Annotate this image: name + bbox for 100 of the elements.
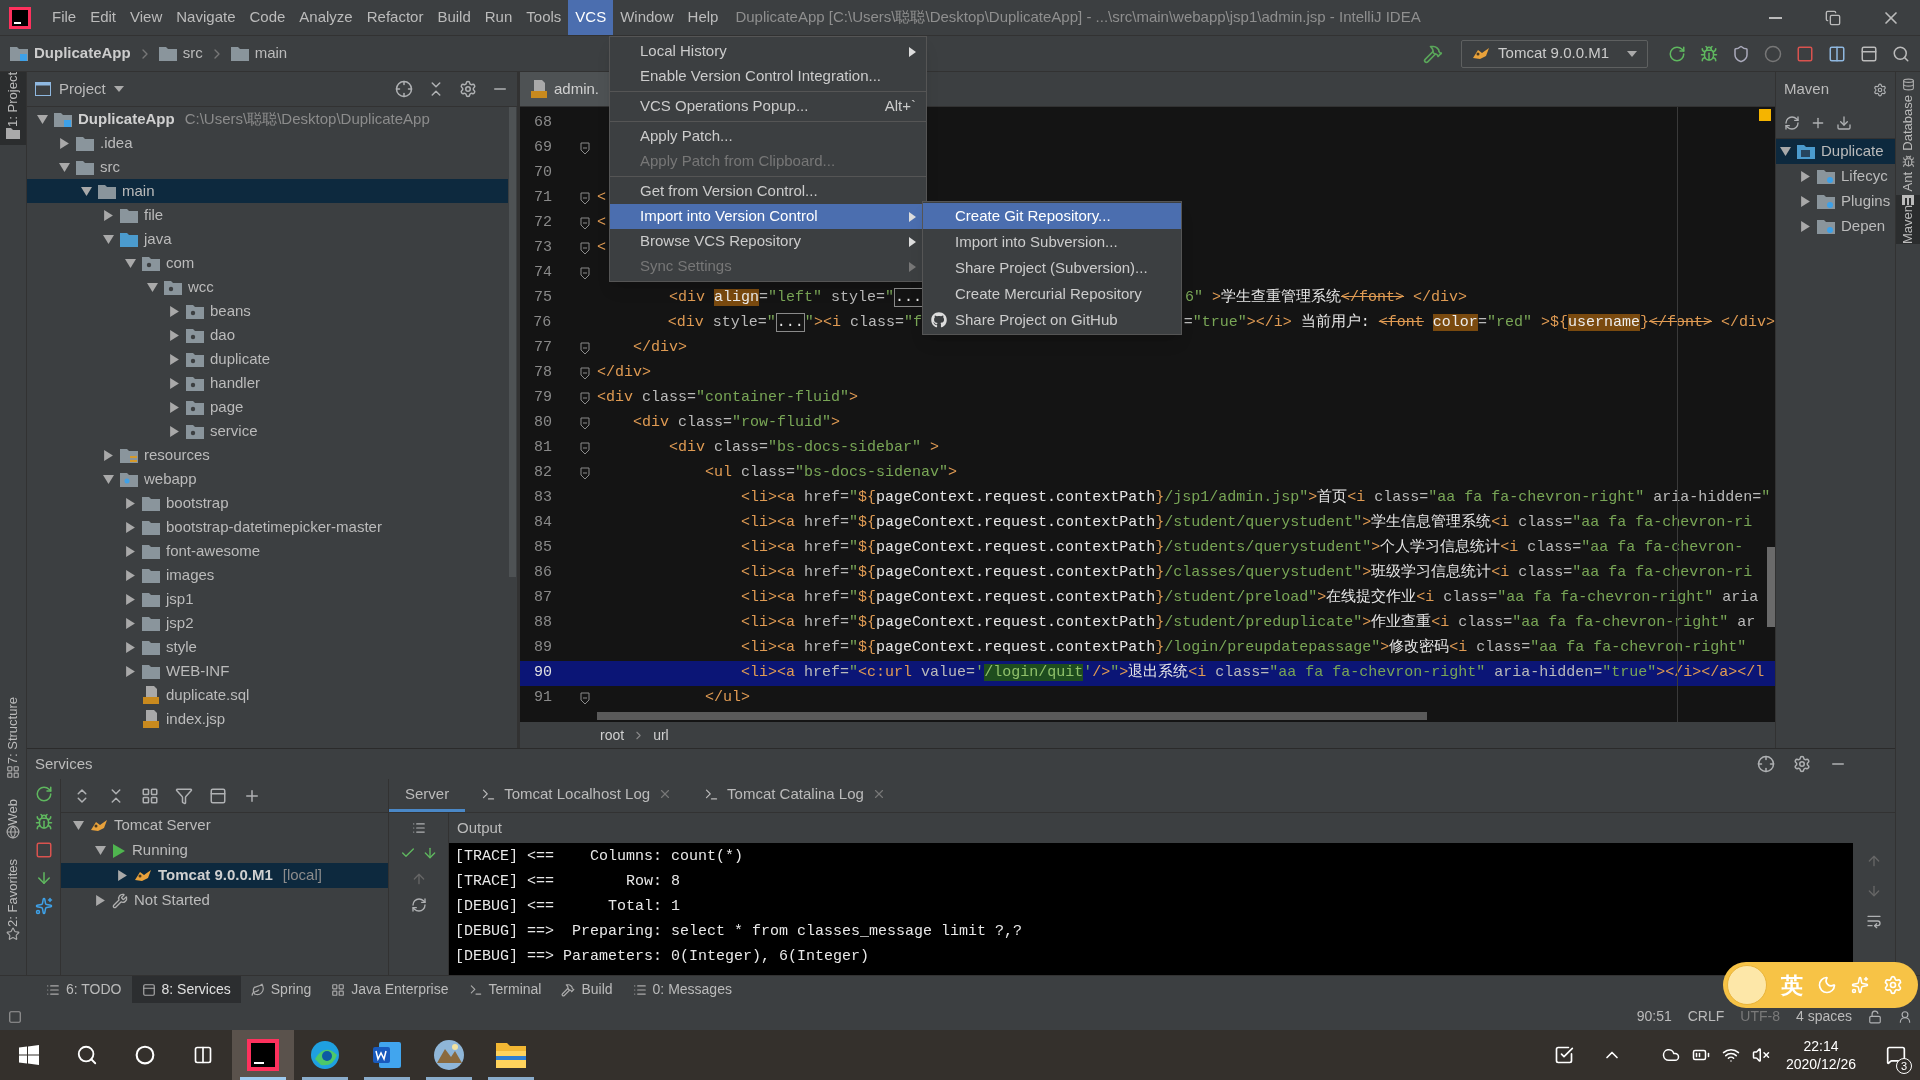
fold-marker-icon[interactable] <box>579 142 590 155</box>
fold-marker-icon[interactable] <box>579 342 590 355</box>
breadcrumb[interactable]: main <box>254 42 288 65</box>
tree-item[interactable]: Duplicate <box>1776 139 1895 164</box>
expand-arrow-icon[interactable] <box>169 353 180 365</box>
scrollbar-thumb[interactable] <box>597 712 1427 720</box>
fold-marker-icon[interactable] <box>579 267 590 280</box>
expand-arrow-icon[interactable] <box>95 895 106 906</box>
locate-icon[interactable] <box>1757 755 1775 773</box>
tree-item[interactable]: Tomcat Server <box>61 813 388 838</box>
notification-button[interactable]: 3 <box>1872 1030 1920 1080</box>
collapse-arrow-icon[interactable] <box>95 845 106 856</box>
view-selector[interactable]: Project <box>59 77 124 101</box>
menu-item[interactable]: Window <box>613 0 681 35</box>
tree-item[interactable]: jsp2 <box>27 611 508 635</box>
menu-item[interactable]: Navigate <box>169 0 243 35</box>
fold-marker-icon[interactable] <box>579 367 590 380</box>
tool-window-button[interactable]: Terminal <box>458 976 552 1003</box>
menu-item[interactable]: Edit <box>83 0 124 35</box>
menu-item[interactable]: Enable Version Control Integration... <box>610 64 926 89</box>
expand-arrow-icon[interactable] <box>1800 171 1811 182</box>
fold-marker-icon[interactable] <box>579 217 590 230</box>
list-icon[interactable] <box>411 821 426 835</box>
expand-arrow-icon[interactable] <box>169 377 180 389</box>
tree-item[interactable]: wcc <box>27 275 508 299</box>
tool-window-tab[interactable]: Web <box>0 798 31 826</box>
expand-arrow-icon[interactable] <box>59 137 70 149</box>
globe-icon[interactable] <box>6 825 20 840</box>
tree-item[interactable]: handler <box>27 371 508 395</box>
expand-arrow-icon[interactable] <box>125 593 136 605</box>
tree-item[interactable]: service <box>27 419 508 443</box>
menu-item[interactable]: VCS Operations Popup... Alt+` <box>610 94 926 119</box>
mute-icon[interactable] <box>1751 1046 1770 1064</box>
taskbar-app[interactable] <box>232 1030 294 1080</box>
expand-arrow-icon[interactable] <box>125 521 136 533</box>
tab[interactable]: Tomcat Catalina Log <box>688 779 902 812</box>
collapse-arrow-icon[interactable] <box>103 233 114 245</box>
menu-item[interactable]: Help <box>680 0 726 35</box>
fold-marker-icon[interactable] <box>579 417 590 430</box>
layout-toggle-icon[interactable] <box>8 1009 22 1024</box>
stop-icon[interactable] <box>1796 44 1814 63</box>
expand-arrow-icon[interactable] <box>125 617 136 629</box>
tree-item[interactable]: .idea <box>27 131 508 155</box>
tree-item[interactable]: Tomcat 9.0.0.M1 [local] <box>61 863 388 888</box>
menu-item[interactable]: Apply Patch... <box>610 124 926 149</box>
tree-item[interactable]: page <box>27 395 508 419</box>
sparkle-icon[interactable] <box>34 897 53 915</box>
tool-window-tab[interactable]: 2: Favorites <box>0 859 31 927</box>
collapse-arrow-icon[interactable] <box>1780 146 1791 157</box>
expand-arrow-icon[interactable] <box>125 569 136 581</box>
tree-item[interactable]: dao <box>27 323 508 347</box>
fold-marker-icon[interactable] <box>579 392 590 405</box>
collapse-arrow-icon[interactable] <box>73 820 84 831</box>
tool-window-button[interactable]: Spring <box>240 976 322 1003</box>
menu-item[interactable]: View <box>123 0 170 35</box>
expand-arrow-icon[interactable] <box>125 641 136 653</box>
build-icon[interactable] <box>1423 43 1444 64</box>
fold-marker-icon[interactable] <box>579 442 590 455</box>
stop-icon[interactable] <box>34 841 53 859</box>
database-icon[interactable] <box>1901 78 1915 91</box>
filter-icon[interactable] <box>175 786 193 805</box>
tray-check-icon[interactable] <box>1553 1045 1574 1065</box>
reload-icon[interactable] <box>1784 114 1800 131</box>
collapse-arrow-icon[interactable] <box>81 185 92 197</box>
tree-item[interactable]: bootstrap <box>27 491 508 515</box>
collapse-arrow-icon[interactable] <box>103 473 114 485</box>
tree-item[interactable]: beans <box>27 299 508 323</box>
menu-item[interactable]: Browse VCS Repository <box>610 229 926 254</box>
indent-setting[interactable]: 4 spaces <box>1795 1006 1852 1027</box>
tree-item[interactable]: Not Started <box>61 888 388 913</box>
new-tab-icon[interactable] <box>209 786 227 805</box>
breadcrumb[interactable]: src <box>182 42 203 65</box>
editor-tab[interactable]: admin. <box>520 72 610 106</box>
rerun-icon[interactable] <box>34 785 53 803</box>
collapse-arrow-icon[interactable] <box>37 113 48 125</box>
menu-item[interactable]: Analyze <box>292 0 360 35</box>
caret-position[interactable]: 90:51 <box>1636 1006 1672 1027</box>
breadcrumb[interactable]: url <box>653 724 669 746</box>
refresh-icon[interactable] <box>410 897 427 913</box>
tree-item[interactable]: bootstrap-datetimepicker-master <box>27 515 508 539</box>
structure-icon[interactable] <box>6 764 20 779</box>
collapse-arrow-icon[interactable] <box>125 257 136 269</box>
rerun-icon[interactable] <box>1668 44 1686 63</box>
warning-marker-icon[interactable] <box>1759 109 1771 121</box>
inspector-icon[interactable] <box>1898 1009 1912 1024</box>
expand-arrow-icon[interactable] <box>169 305 180 317</box>
tool-window-button[interactable]: 0: Messages <box>622 976 742 1003</box>
tree-item[interactable]: Running <box>61 838 388 863</box>
tool-window-button[interactable]: Java Enterprise <box>321 976 459 1003</box>
download-icon[interactable] <box>1836 114 1852 131</box>
menu-item[interactable]: Build <box>430 0 478 35</box>
tree-item[interactable]: file <box>27 203 508 227</box>
layout-icon[interactable] <box>1860 44 1878 63</box>
tab[interactable]: Tomcat Localhost Log <box>465 779 689 812</box>
scrollbar-thumb[interactable] <box>509 107 516 577</box>
expand-arrow-icon[interactable] <box>125 665 136 677</box>
expand-arrow-icon[interactable] <box>169 401 180 413</box>
debug-icon[interactable] <box>34 813 53 831</box>
menu-item[interactable]: Code <box>242 0 293 35</box>
menu-item[interactable]: Run <box>477 0 520 35</box>
